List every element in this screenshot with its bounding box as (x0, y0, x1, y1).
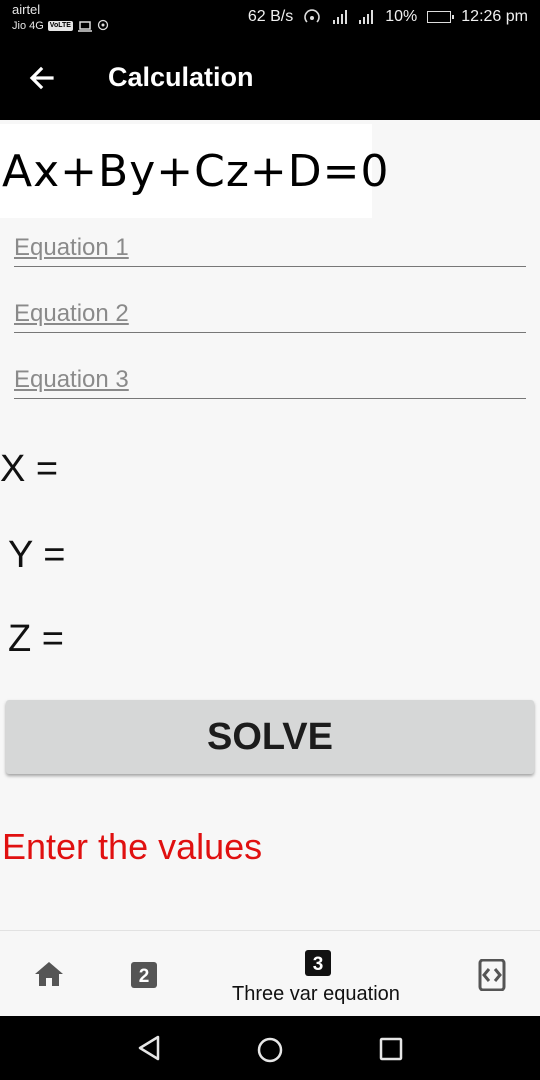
equation-1-field[interactable] (14, 230, 526, 267)
circle-home-icon[interactable] (256, 1036, 284, 1064)
carrier-name-1: airtel (12, 2, 41, 17)
result-x: X = (0, 448, 59, 490)
formula-text: Ax+By+Cz+D=0 (2, 146, 390, 197)
page-title: Calculation (108, 62, 254, 92)
signal-icon (333, 10, 349, 24)
carrier-name-2: Jio 4G VoLTE (12, 19, 111, 33)
laptop-icon (77, 20, 92, 32)
nav-item-three-label[interactable]: Three var equation (232, 983, 400, 1006)
equation-2-input[interactable] (14, 296, 526, 332)
svg-text:2: 2 (139, 966, 150, 987)
bottom-navigation: 2 3 Three var equation (0, 930, 540, 1017)
volte-badge: VoLTE (47, 21, 73, 31)
svg-text:3: 3 (313, 954, 324, 975)
status-message: Enter the values (2, 826, 263, 867)
battery-percent: 10% (385, 8, 418, 25)
signal-4g-icon (359, 10, 375, 24)
carrier-2-label: Jio 4G (12, 20, 44, 32)
clock: 12:26 pm (461, 8, 528, 25)
hotspot-icon (304, 9, 320, 23)
equation-1-input[interactable] (14, 230, 526, 266)
home-icon (35, 962, 63, 986)
nav-item-two[interactable]: 2 (130, 961, 158, 994)
arrow-left-icon[interactable] (26, 62, 58, 94)
status-bar: airtel Jio 4G VoLTE 62 B/s 10% 12:26 pm (0, 0, 540, 38)
equation-3-input[interactable] (14, 362, 526, 398)
cast-icon (97, 19, 109, 31)
battery-icon (427, 11, 455, 23)
square-recents-icon[interactable] (378, 1036, 404, 1062)
code-box-icon (478, 958, 506, 992)
equation-3-field[interactable] (14, 362, 526, 399)
network-speed: 62 B/s (247, 8, 294, 25)
three-box-icon: 3 (305, 950, 331, 976)
status-right: 62 B/s 10% 12:26 pm (248, 8, 528, 26)
equation-2-field[interactable] (14, 296, 526, 333)
system-navigation-bar (0, 1016, 540, 1080)
triangle-back-icon[interactable] (136, 1034, 162, 1062)
result-z: Z = (8, 618, 64, 660)
app-bar: Calculation (0, 38, 540, 120)
nav-item-code[interactable] (478, 958, 506, 996)
solve-button[interactable]: SOLVE (6, 700, 534, 774)
nav-item-three[interactable]: 3 (304, 949, 332, 982)
formula-image: Ax+By+Cz+D=0 (0, 124, 389, 218)
two-box-icon: 2 (131, 962, 157, 988)
result-y: Y = (8, 534, 66, 576)
nav-item-home[interactable] (34, 961, 64, 992)
